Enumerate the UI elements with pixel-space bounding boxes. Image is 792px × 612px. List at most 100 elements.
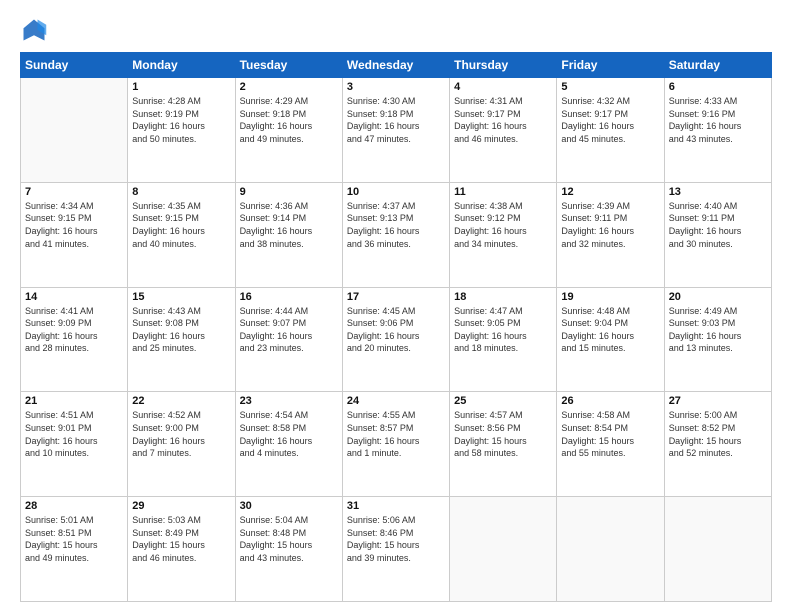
day-info: Sunrise: 4:37 AM Sunset: 9:13 PM Dayligh… <box>347 200 445 250</box>
day-info: Sunrise: 4:32 AM Sunset: 9:17 PM Dayligh… <box>561 95 659 145</box>
week-row-5: 28Sunrise: 5:01 AM Sunset: 8:51 PM Dayli… <box>21 497 772 602</box>
day-cell <box>557 497 664 602</box>
day-info: Sunrise: 4:34 AM Sunset: 9:15 PM Dayligh… <box>25 200 123 250</box>
day-info: Sunrise: 4:58 AM Sunset: 8:54 PM Dayligh… <box>561 409 659 459</box>
col-header-monday: Monday <box>128 53 235 78</box>
day-info: Sunrise: 4:28 AM Sunset: 9:19 PM Dayligh… <box>132 95 230 145</box>
day-cell: 15Sunrise: 4:43 AM Sunset: 9:08 PM Dayli… <box>128 287 235 392</box>
day-cell: 5 Sunrise: 4:32 AM Sunset: 9:17 PM Daylig… <box>557 78 664 183</box>
day-info: Sunrise: 4:51 AM Sunset: 9:01 PM Dayligh… <box>25 409 123 459</box>
week-row-4: 21 Sunrise: 4:51 AM Sunset: 9:01 PM Dayli… <box>21 392 772 497</box>
day-cell: 13 Sunrise: 4:40 AM Sunset: 9:11 PM Dayli… <box>664 182 771 287</box>
day-number: 4 <box>454 81 552 93</box>
day-number: 13 <box>669 186 767 198</box>
day-info: Sunrise: 4:47 AM Sunset: 9:05 PM Dayligh… <box>454 305 552 355</box>
col-header-saturday: Saturday <box>664 53 771 78</box>
day-cell: 24Sunrise: 4:55 AM Sunset: 8:57 PM Dayli… <box>342 392 449 497</box>
day-info: Sunrise: 5:06 AM Sunset: 8:46 PM Dayligh… <box>347 514 445 564</box>
day-cell: 12 Sunrise: 4:39 AM Sunset: 9:11 PM Dayli… <box>557 182 664 287</box>
day-info: Sunrise: 4:54 AM Sunset: 8:58 PM Dayligh… <box>240 409 338 459</box>
day-info: Sunrise: 5:00 AM Sunset: 8:52 PM Dayligh… <box>669 409 767 459</box>
day-info: Sunrise: 4:44 AM Sunset: 9:07 PM Dayligh… <box>240 305 338 355</box>
day-info: Sunrise: 4:38 AM Sunset: 9:12 PM Dayligh… <box>454 200 552 250</box>
day-info: Sunrise: 4:39 AM Sunset: 9:11 PM Dayligh… <box>561 200 659 250</box>
day-number: 21 <box>25 395 123 407</box>
calendar-header: SundayMondayTuesdayWednesdayThursdayFrid… <box>21 53 772 78</box>
calendar-table: SundayMondayTuesdayWednesdayThursdayFrid… <box>20 52 772 602</box>
day-number: 19 <box>561 291 659 303</box>
logo-icon <box>20 16 48 44</box>
day-cell: 21 Sunrise: 4:51 AM Sunset: 9:01 PM Dayli… <box>21 392 128 497</box>
day-cell: 10 Sunrise: 4:37 AM Sunset: 9:13 PM Dayli… <box>342 182 449 287</box>
day-cell: 25 Sunrise: 4:57 AM Sunset: 8:56 PM Dayli… <box>450 392 557 497</box>
day-number: 8 <box>132 186 230 198</box>
day-cell: 19 Sunrise: 4:48 AM Sunset: 9:04 PM Dayli… <box>557 287 664 392</box>
day-info: Sunrise: 4:30 AM Sunset: 9:18 PM Dayligh… <box>347 95 445 145</box>
day-cell: 23Sunrise: 4:54 AM Sunset: 8:58 PM Dayli… <box>235 392 342 497</box>
day-info: Sunrise: 4:40 AM Sunset: 9:11 PM Dayligh… <box>669 200 767 250</box>
col-header-sunday: Sunday <box>21 53 128 78</box>
day-cell: 3 Sunrise: 4:30 AM Sunset: 9:18 PM Daylig… <box>342 78 449 183</box>
day-cell: 20Sunrise: 4:49 AM Sunset: 9:03 PM Dayli… <box>664 287 771 392</box>
day-info: Sunrise: 4:57 AM Sunset: 8:56 PM Dayligh… <box>454 409 552 459</box>
day-info: Sunrise: 4:33 AM Sunset: 9:16 PM Dayligh… <box>669 95 767 145</box>
day-cell: 30 Sunrise: 5:04 AM Sunset: 8:48 PM Dayli… <box>235 497 342 602</box>
logo <box>20 16 52 44</box>
day-number: 30 <box>240 500 338 512</box>
day-cell: 7Sunrise: 4:34 AM Sunset: 9:15 PM Daylig… <box>21 182 128 287</box>
day-number: 29 <box>132 500 230 512</box>
day-number: 22 <box>132 395 230 407</box>
day-number: 25 <box>454 395 552 407</box>
day-info: Sunrise: 5:01 AM Sunset: 8:51 PM Dayligh… <box>25 514 123 564</box>
day-number: 27 <box>669 395 767 407</box>
day-info: Sunrise: 4:49 AM Sunset: 9:03 PM Dayligh… <box>669 305 767 355</box>
day-info: Sunrise: 4:41 AM Sunset: 9:09 PM Dayligh… <box>25 305 123 355</box>
day-number: 1 <box>132 81 230 93</box>
day-cell: 17 Sunrise: 4:45 AM Sunset: 9:06 PM Dayli… <box>342 287 449 392</box>
header <box>20 16 772 44</box>
day-info: Sunrise: 4:36 AM Sunset: 9:14 PM Dayligh… <box>240 200 338 250</box>
col-header-wednesday: Wednesday <box>342 53 449 78</box>
calendar-body: 1 Sunrise: 4:28 AM Sunset: 9:19 PM Daylig… <box>21 78 772 602</box>
col-header-tuesday: Tuesday <box>235 53 342 78</box>
day-cell: 26 Sunrise: 4:58 AM Sunset: 8:54 PM Dayli… <box>557 392 664 497</box>
day-cell: 31 Sunrise: 5:06 AM Sunset: 8:46 PM Dayli… <box>342 497 449 602</box>
col-header-thursday: Thursday <box>450 53 557 78</box>
day-info: Sunrise: 4:45 AM Sunset: 9:06 PM Dayligh… <box>347 305 445 355</box>
day-cell: 14 Sunrise: 4:41 AM Sunset: 9:09 PM Dayli… <box>21 287 128 392</box>
day-number: 14 <box>25 291 123 303</box>
day-cell: 28Sunrise: 5:01 AM Sunset: 8:51 PM Dayli… <box>21 497 128 602</box>
day-cell: 16Sunrise: 4:44 AM Sunset: 9:07 PM Dayli… <box>235 287 342 392</box>
day-number: 10 <box>347 186 445 198</box>
day-cell: 29 Sunrise: 5:03 AM Sunset: 8:49 PM Dayli… <box>128 497 235 602</box>
day-cell: 6 Sunrise: 4:33 AM Sunset: 9:16 PM Daylig… <box>664 78 771 183</box>
day-number: 31 <box>347 500 445 512</box>
day-number: 3 <box>347 81 445 93</box>
day-info: Sunrise: 5:04 AM Sunset: 8:48 PM Dayligh… <box>240 514 338 564</box>
day-cell: 27 Sunrise: 5:00 AM Sunset: 8:52 PM Dayli… <box>664 392 771 497</box>
header-row: SundayMondayTuesdayWednesdayThursdayFrid… <box>21 53 772 78</box>
day-cell: 4 Sunrise: 4:31 AM Sunset: 9:17 PM Daylig… <box>450 78 557 183</box>
day-number: 5 <box>561 81 659 93</box>
week-row-2: 7Sunrise: 4:34 AM Sunset: 9:15 PM Daylig… <box>21 182 772 287</box>
day-info: Sunrise: 5:03 AM Sunset: 8:49 PM Dayligh… <box>132 514 230 564</box>
day-number: 24 <box>347 395 445 407</box>
day-info: Sunrise: 4:52 AM Sunset: 9:00 PM Dayligh… <box>132 409 230 459</box>
day-cell: 11Sunrise: 4:38 AM Sunset: 9:12 PM Dayli… <box>450 182 557 287</box>
day-cell <box>21 78 128 183</box>
day-number: 26 <box>561 395 659 407</box>
day-cell: 8 Sunrise: 4:35 AM Sunset: 9:15 PM Daylig… <box>128 182 235 287</box>
day-info: Sunrise: 4:43 AM Sunset: 9:08 PM Dayligh… <box>132 305 230 355</box>
day-number: 6 <box>669 81 767 93</box>
day-number: 9 <box>240 186 338 198</box>
day-info: Sunrise: 4:48 AM Sunset: 9:04 PM Dayligh… <box>561 305 659 355</box>
day-info: Sunrise: 4:31 AM Sunset: 9:17 PM Dayligh… <box>454 95 552 145</box>
day-number: 2 <box>240 81 338 93</box>
day-info: Sunrise: 4:35 AM Sunset: 9:15 PM Dayligh… <box>132 200 230 250</box>
day-cell <box>664 497 771 602</box>
day-number: 12 <box>561 186 659 198</box>
day-number: 17 <box>347 291 445 303</box>
day-cell: 22 Sunrise: 4:52 AM Sunset: 9:00 PM Dayli… <box>128 392 235 497</box>
day-cell: 1 Sunrise: 4:28 AM Sunset: 9:19 PM Daylig… <box>128 78 235 183</box>
day-cell <box>450 497 557 602</box>
